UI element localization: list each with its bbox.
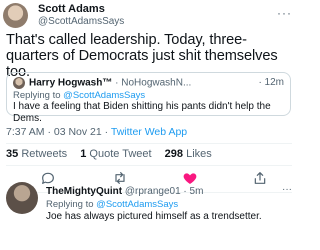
- quoted-time: · 12m: [255, 77, 284, 88]
- quoted-replying-handle[interactable]: @ScottAdamsSays: [63, 90, 145, 101]
- reply-replying-to: Replying to @ScottAdamsSays: [46, 199, 178, 210]
- retweets-stat[interactable]: 35 Retweets: [6, 148, 67, 160]
- reply-more-options-button[interactable]: ···: [282, 184, 292, 195]
- heart-icon[interactable]: [182, 170, 198, 186]
- more-options-button[interactable]: ···: [277, 6, 292, 20]
- source-link[interactable]: Twitter Web App: [111, 126, 187, 138]
- retweets-label: Retweets: [21, 148, 68, 160]
- reply-avatar[interactable]: [6, 182, 38, 214]
- likes-count: 298: [164, 148, 184, 160]
- reply-author-handle[interactable]: @rprange01: [125, 186, 181, 197]
- reply-icon[interactable]: [40, 170, 56, 186]
- author-name[interactable]: Scott Adams: [38, 3, 105, 15]
- quoted-tweet-card[interactable]: Harry Hogwash™ · NoHogwashN... · 12m Rep…: [6, 72, 291, 124]
- reply-header: TheMightyQuint @rprange01 · 5m: [46, 186, 203, 197]
- divider: [6, 165, 292, 166]
- action-bar: [0, 168, 300, 188]
- quoted-replying-to: Replying to @ScottAdamsSays: [13, 90, 145, 101]
- quoted-tweet-text: I have a feeling that Biden shitting his…: [13, 101, 271, 124]
- timestamp-text[interactable]: 7:37 AM · 03 Nov 21 ·: [6, 126, 111, 138]
- quoted-author-handle: · NoHogwashN...: [115, 77, 192, 89]
- divider: [6, 143, 292, 144]
- author-handle[interactable]: @ScottAdamsSays: [38, 16, 124, 27]
- quoted-avatar: [13, 77, 25, 89]
- quotes-label: Quote Tweet: [89, 148, 152, 160]
- avatar[interactable]: [3, 3, 28, 28]
- reply-text: Joe has always pictured himself as a tre…: [46, 211, 262, 222]
- quoted-replying-label: Replying to: [13, 90, 64, 101]
- likes-label: Likes: [186, 148, 212, 160]
- quoted-author-name: Harry Hogwash™: [29, 77, 113, 89]
- tweet-timestamp: 7:37 AM · 03 Nov 21 · Twitter Web App: [6, 126, 187, 138]
- retweet-icon[interactable]: [112, 170, 128, 186]
- quoted-tweet-header: Harry Hogwash™ · NoHogwashN... · 12m: [13, 77, 284, 89]
- quotes-stat[interactable]: 1 Quote Tweet: [80, 148, 151, 160]
- reply-author-name[interactable]: TheMightyQuint: [46, 186, 122, 197]
- tweet-stats: 35 Retweets 1 Quote Tweet 298 Likes: [6, 148, 222, 160]
- quotes-count: 1: [80, 148, 87, 160]
- reply-replying-handle[interactable]: @ScottAdamsSays: [96, 199, 178, 210]
- reply-replying-label: Replying to: [46, 199, 97, 210]
- likes-stat[interactable]: 298 Likes: [165, 148, 212, 160]
- share-icon[interactable]: [252, 170, 268, 186]
- retweets-count: 35: [6, 148, 19, 160]
- reply-time: · 5m: [183, 186, 204, 197]
